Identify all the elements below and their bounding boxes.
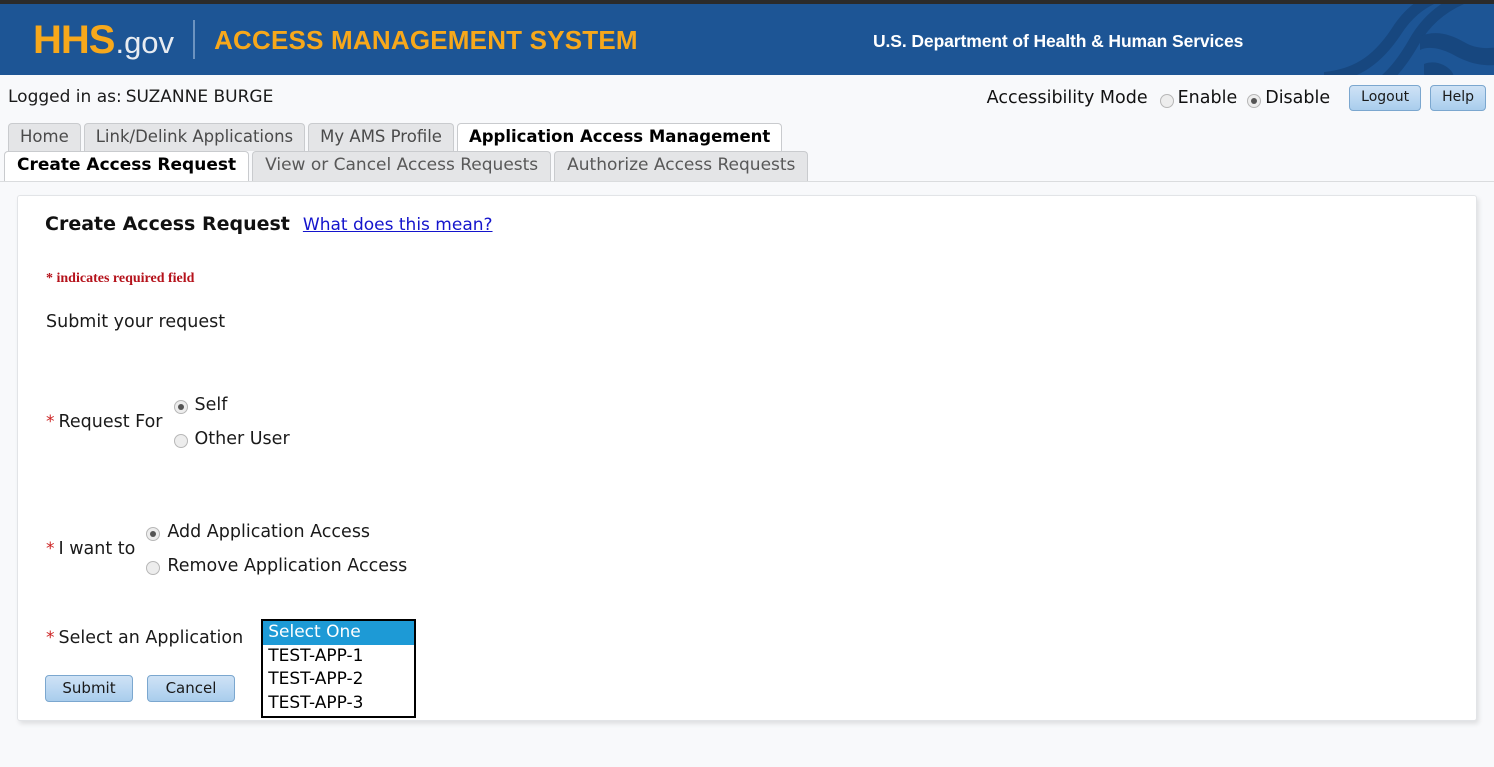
create-access-request-panel: Create Access Request What does this mea… — [17, 195, 1477, 721]
system-name-title: ACCESS MANAGEMENT SYSTEM — [214, 27, 638, 53]
application-option-test-app-3[interactable]: TEST-APP-3 — [263, 692, 414, 716]
help-button[interactable]: Help — [1430, 85, 1486, 111]
accessibility-enable-label: Enable — [1178, 88, 1238, 108]
application-listbox[interactable]: Select One TEST-APP-1 TEST-APP-2 TEST-AP… — [261, 619, 416, 718]
tab-authorize-access-requests[interactable]: Authorize Access Requests — [554, 151, 808, 181]
request-for-other-user-option[interactable]: Other User — [174, 422, 290, 456]
request-for-radio-group: Self Other User — [174, 388, 290, 456]
required-asterisk: * — [46, 628, 55, 648]
request-for-self-label: Self — [195, 395, 228, 415]
accessibility-mode-label: Accessibility Mode — [987, 88, 1148, 108]
i-want-to-label: *I want to — [46, 539, 135, 559]
add-application-access-option[interactable]: Add Application Access — [146, 515, 407, 549]
remove-application-access-label: Remove Application Access — [167, 556, 407, 576]
i-want-to-label-text: I want to — [59, 539, 136, 559]
accessibility-disable-radio[interactable] — [1247, 94, 1261, 108]
site-banner: HHS .gov ACCESS MANAGEMENT SYSTEM U.S. D… — [0, 4, 1494, 75]
remove-application-access-radio[interactable] — [146, 561, 160, 575]
page-title: Create Access Request — [45, 213, 290, 235]
tab-view-or-cancel-access-requests[interactable]: View or Cancel Access Requests — [252, 151, 551, 181]
what-does-this-mean-link[interactable]: What does this mean? — [303, 215, 493, 235]
select-application-label: *Select an Application — [46, 628, 243, 648]
accessibility-enable-radio[interactable] — [1160, 94, 1174, 108]
logged-in-label: Logged in as: — [8, 87, 122, 107]
hhs-logo[interactable]: HHS .gov ACCESS MANAGEMENT SYSTEM — [33, 4, 638, 75]
department-title: U.S. Department of Health & Human Servic… — [873, 31, 1243, 52]
primary-tab-bar: Home Link/Delink Applications My AMS Pro… — [0, 122, 1494, 151]
accessibility-mode-group: Accessibility Mode Enable Disable Logout… — [987, 83, 1486, 113]
request-for-self-option[interactable]: Self — [174, 388, 290, 422]
logged-in-status: Logged in as:SUZANNE BURGE — [8, 87, 273, 107]
tab-my-ams-profile[interactable]: My AMS Profile — [308, 123, 454, 151]
content-area: Create Access Request What does this mea… — [0, 182, 1494, 752]
logout-button[interactable]: Logout — [1349, 85, 1421, 111]
select-application-label-text: Select an Application — [59, 628, 244, 648]
accessibility-enable-option[interactable]: Enable — [1160, 88, 1238, 108]
request-for-other-user-radio[interactable] — [174, 434, 188, 448]
tab-create-access-request[interactable]: Create Access Request — [4, 151, 249, 181]
cancel-button[interactable]: Cancel — [147, 675, 235, 703]
logo-hhs-text: HHS — [33, 20, 114, 60]
field-row-select-application: *Select an Application Select One TEST-A… — [46, 619, 1462, 718]
remove-application-access-option[interactable]: Remove Application Access — [146, 549, 407, 583]
tab-home[interactable]: Home — [8, 123, 81, 151]
request-for-other-user-label: Other User — [195, 429, 290, 449]
logo-divider — [193, 20, 195, 59]
add-application-access-label: Add Application Access — [167, 522, 370, 542]
logged-in-username: SUZANNE BURGE — [126, 87, 274, 107]
required-field-note: * indicates required field — [46, 271, 1462, 287]
utility-bar: Logged in as:SUZANNE BURGE Accessibility… — [0, 75, 1494, 122]
field-row-request-for: *Request For Self Other User — [46, 388, 1462, 456]
accessibility-disable-option[interactable]: Disable — [1247, 88, 1330, 108]
request-for-label-text: Request For — [59, 412, 163, 432]
required-asterisk: * — [46, 539, 55, 559]
request-for-self-radio[interactable] — [174, 400, 188, 414]
secondary-tab-bar: Create Access Request View or Cancel Acc… — [0, 151, 1494, 182]
application-option-test-app-2[interactable]: TEST-APP-2 — [263, 668, 414, 692]
tab-application-access-management[interactable]: Application Access Management — [457, 123, 782, 151]
application-option-test-app-1[interactable]: TEST-APP-1 — [263, 645, 414, 669]
required-asterisk: * — [46, 412, 55, 432]
tab-link-delink-applications[interactable]: Link/Delink Applications — [84, 123, 305, 151]
form-actions: Submit Cancel — [45, 675, 235, 703]
application-option-select-one[interactable]: Select One — [263, 621, 414, 645]
submit-button[interactable]: Submit — [45, 675, 133, 703]
add-application-access-radio[interactable] — [146, 527, 160, 541]
i-want-to-radio-group: Add Application Access Remove Applicatio… — [146, 515, 407, 583]
panel-header: Create Access Request What does this mea… — [45, 213, 1462, 235]
hhs-eagle-watermark-icon — [1324, 4, 1494, 75]
logo-gov-text: .gov — [115, 27, 174, 58]
request-for-label: *Request For — [46, 412, 163, 432]
instruction-text: Submit your request — [46, 312, 1462, 332]
field-row-i-want-to: *I want to Add Application Access Remove… — [46, 515, 1462, 583]
accessibility-disable-label: Disable — [1265, 88, 1330, 108]
